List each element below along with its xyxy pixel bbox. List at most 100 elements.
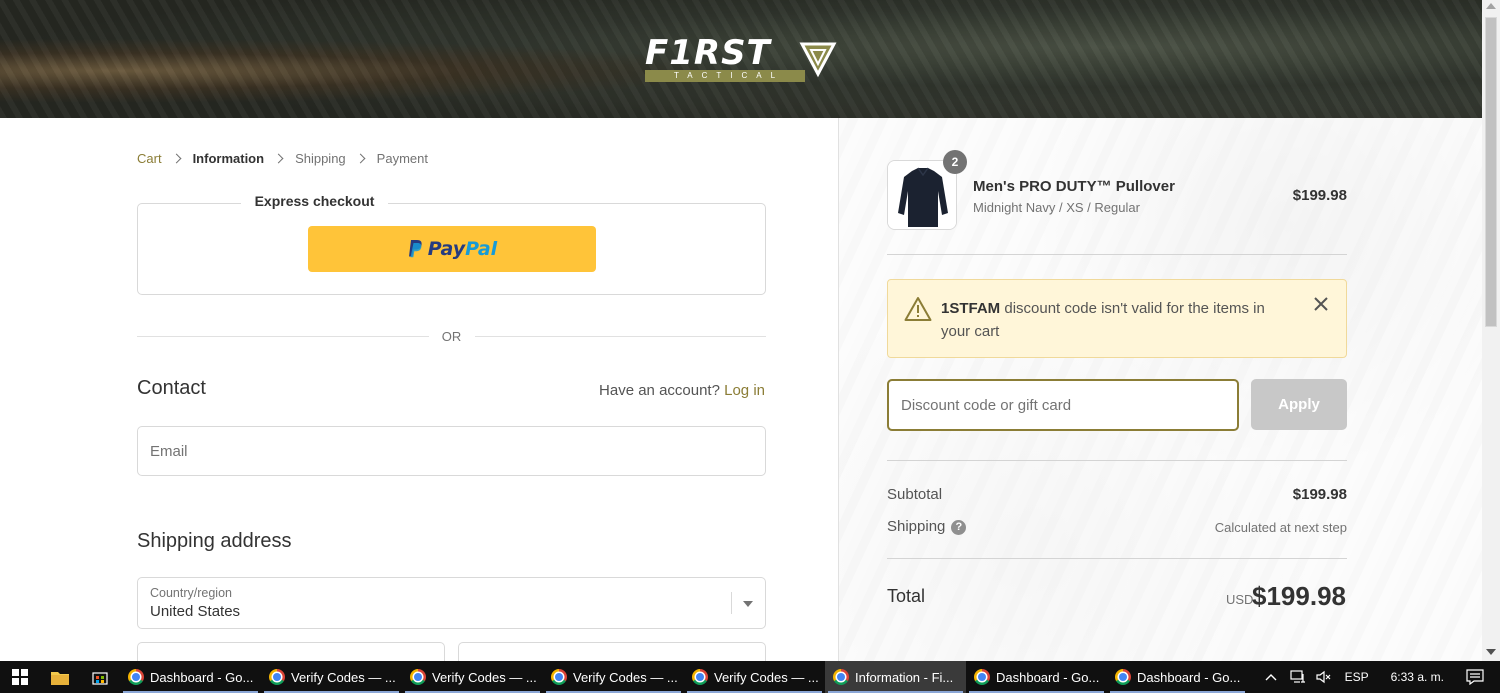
discount-error-alert: 1STFAM discount code isn't valid for the…	[887, 279, 1347, 358]
taskbar-item-verify-codes[interactable]: Verify Codes — ...	[543, 661, 684, 693]
taskbar-item-label: Dashboard - Go...	[150, 669, 254, 685]
paypal-icon	[408, 240, 422, 258]
page-scrollbar[interactable]	[1482, 0, 1500, 661]
logo-wordmark: F1RST	[645, 33, 771, 73]
warning-icon	[904, 297, 932, 321]
login-link[interactable]: Log in	[724, 382, 765, 399]
account-prompt: Have an account? Log in	[599, 382, 765, 399]
subtotal-row: Subtotal $199.98	[887, 486, 1347, 503]
taskbar-item-information[interactable]: Information - Fi...	[825, 661, 966, 693]
store-button[interactable]	[80, 661, 120, 693]
quantity-badge: 2	[943, 150, 967, 174]
select-divider	[731, 592, 732, 614]
breadcrumb: Cart Information Shipping Payment	[137, 151, 428, 166]
network-icon[interactable]	[1290, 670, 1306, 684]
chrome-icon	[551, 669, 567, 685]
product-price: $199.98	[1292, 187, 1347, 204]
folder-icon	[51, 671, 69, 685]
chrome-icon	[269, 669, 285, 685]
breadcrumb-cart[interactable]: Cart	[137, 151, 162, 166]
logo-triangle-icon	[799, 42, 837, 78]
taskbar-item-label: Information - Fi...	[855, 669, 954, 685]
subtotal-value: $199.98	[1292, 486, 1347, 503]
express-checkout-label: Express checkout	[240, 193, 389, 209]
chevron-right-icon	[273, 153, 284, 164]
summary-divider	[887, 558, 1347, 559]
system-tray: ESP 6:33 a. m.	[1257, 661, 1500, 693]
taskbar-clock[interactable]: 6:33 a. m.	[1391, 670, 1444, 684]
windows-logo-icon	[12, 669, 28, 685]
header-banner: F1RST TACTICAL	[0, 0, 1482, 118]
summary-divider	[887, 460, 1347, 461]
scroll-down-icon[interactable]	[1486, 649, 1496, 655]
chrome-icon	[128, 669, 144, 685]
chrome-icon	[974, 669, 990, 685]
scroll-up-icon[interactable]	[1486, 3, 1496, 9]
total-currency: USD	[1226, 592, 1254, 607]
express-checkout-title: Express checkout	[0, 193, 629, 211]
product-variant: Midnight Navy / XS / Regular	[973, 200, 1140, 215]
taskbar-item-label: Dashboard - Go...	[996, 669, 1100, 685]
store-icon	[92, 672, 108, 685]
discount-code-field[interactable]	[887, 379, 1239, 431]
windows-start-button[interactable]	[0, 661, 40, 693]
shipping-value: Calculated at next step	[1214, 520, 1347, 535]
taskbar-item-verify-codes[interactable]: Verify Codes — ...	[402, 661, 543, 693]
language-indicator[interactable]: ESP	[1345, 670, 1369, 684]
taskbar-item-verify-codes[interactable]: Verify Codes — ...	[261, 661, 402, 693]
file-explorer-button[interactable]	[40, 661, 80, 693]
account-prompt-text: Have an account?	[599, 382, 720, 399]
summary-divider	[887, 254, 1347, 255]
paypal-pay-text: Pay	[427, 238, 466, 260]
taskbar-item-label: Verify Codes — ...	[573, 669, 678, 685]
chrome-icon	[410, 669, 426, 685]
total-label: Total	[887, 586, 926, 606]
chevron-down-icon	[743, 601, 753, 607]
breadcrumb-payment: Payment	[376, 151, 428, 166]
taskbar-item-dashboard[interactable]: Dashboard - Go...	[1107, 661, 1248, 693]
order-summary: 2 Men's PRO DUTY™ Pullover Midnight Navy…	[838, 118, 1482, 661]
taskbar-item-dashboard[interactable]: Dashboard - Go...	[120, 661, 261, 693]
chevron-right-icon	[355, 153, 366, 164]
apply-discount-button[interactable]: Apply	[1251, 379, 1347, 430]
taskbar-item-dashboard[interactable]: Dashboard - Go...	[966, 661, 1107, 693]
breadcrumb-shipping: Shipping	[295, 151, 346, 166]
total-value: $199.98	[1252, 581, 1346, 611]
paypal-button[interactable]: PayPal	[308, 226, 596, 272]
chrome-icon	[833, 669, 849, 685]
discount-code-text: 1STFAM	[941, 300, 1001, 317]
breadcrumb-information: Information	[192, 151, 265, 166]
shipping-row: Shipping? Calculated at next step	[887, 518, 1347, 535]
email-field[interactable]	[137, 426, 766, 476]
cart-line-item: 2 Men's PRO DUTY™ Pullover Midnight Navy…	[887, 150, 1347, 232]
taskbar-item-label: Dashboard - Go...	[1137, 669, 1241, 685]
scrollbar-thumb[interactable]	[1485, 17, 1497, 327]
subtotal-label: Subtotal	[887, 486, 943, 503]
volume-muted-icon[interactable]	[1316, 670, 1332, 684]
logo-subtitle: TACTICAL	[645, 70, 805, 82]
checkout-main: Cart Information Shipping Payment Expres…	[0, 118, 838, 661]
taskbar-item-verify-codes[interactable]: Verify Codes — ...	[684, 661, 825, 693]
close-icon[interactable]	[1312, 295, 1330, 313]
first-tactical-logo[interactable]: F1RST TACTICAL	[645, 36, 837, 84]
shipping-address-heading: Shipping address	[137, 530, 292, 552]
chevron-right-icon	[171, 153, 182, 164]
chevron-up-icon[interactable]	[1265, 673, 1277, 681]
product-name: Men's PRO DUTY™ Pullover	[973, 178, 1175, 195]
discount-code-input[interactable]	[889, 381, 1237, 429]
paypal-pal-text: Pal	[465, 238, 498, 260]
chrome-icon	[1115, 669, 1131, 685]
help-icon[interactable]: ?	[951, 519, 967, 535]
or-divider: OR	[137, 329, 766, 345]
last-name-field[interactable]	[458, 642, 766, 661]
country-select[interactable]: Country/region United States	[137, 577, 766, 629]
paypal-wordmark: PayPal	[428, 238, 497, 260]
taskbar-item-label: Verify Codes — ...	[714, 669, 819, 685]
windows-taskbar: Dashboard - Go... Verify Codes — ... Ver…	[0, 661, 1500, 693]
first-name-field[interactable]	[137, 642, 445, 661]
email-input[interactable]	[138, 427, 765, 475]
shipping-label: Shipping	[887, 518, 946, 535]
chrome-icon	[692, 669, 708, 685]
alert-message: 1STFAM discount code isn't valid for the…	[941, 297, 1291, 343]
notifications-icon[interactable]	[1466, 669, 1484, 685]
